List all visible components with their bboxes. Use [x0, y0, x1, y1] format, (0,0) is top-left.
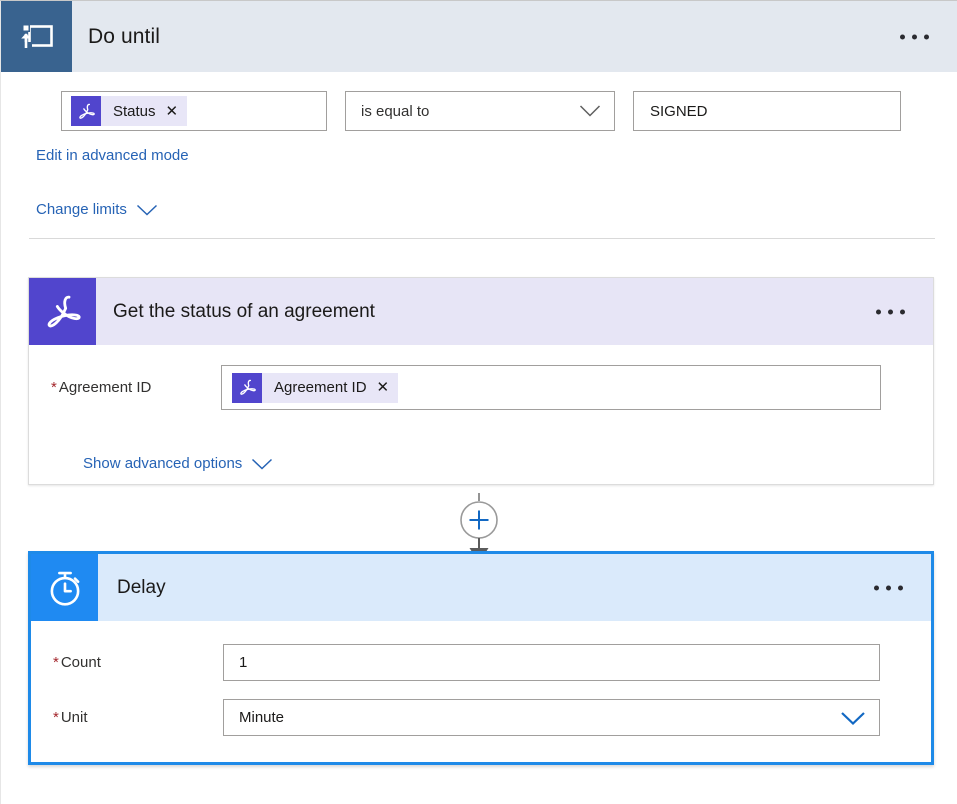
adobe-sign-icon: [29, 278, 96, 345]
adobe-sign-icon: [232, 372, 262, 403]
section-divider: [29, 238, 935, 239]
agreement-id-token-remove-icon[interactable]: ✕: [377, 380, 390, 395]
change-limits-label: Change limits: [36, 201, 127, 218]
condition-operator-dropdown[interactable]: is equal to: [345, 91, 615, 131]
delay-count-value: 1: [239, 654, 248, 671]
change-limits-link[interactable]: Change limits: [36, 201, 158, 218]
required-asterisk: *: [51, 379, 57, 396]
ellipsis-dot: [898, 585, 903, 590]
delay-title: Delay: [117, 576, 166, 598]
delay-unit-label: * Unit: [53, 709, 223, 726]
delay-count-label-text: Count: [60, 654, 101, 671]
ellipsis-dot: [874, 585, 879, 590]
condition-value-text: SIGNED: [650, 102, 708, 120]
delay-count-label: * Count: [53, 654, 223, 671]
edit-advanced-mode-label: Edit in advanced mode: [36, 147, 189, 164]
delay-count-input[interactable]: 1: [223, 644, 880, 681]
ellipsis-dot: [924, 34, 929, 39]
do-until-overflow-menu[interactable]: [894, 28, 935, 45]
ellipsis-dot: [900, 34, 905, 39]
show-advanced-options-label: Show advanced options: [83, 455, 243, 472]
stopwatch-icon: [31, 554, 98, 621]
delay-count-row: * Count 1: [53, 644, 880, 681]
do-until-card: Do until Status ✕ is equal to SIGNED Edi…: [1, 1, 957, 318]
get-agreement-status-overflow-menu[interactable]: [870, 303, 911, 320]
required-asterisk: *: [53, 709, 59, 726]
condition-value-input[interactable]: SIGNED: [633, 91, 901, 131]
get-agreement-status-card: Get the status of an agreement * Agreemen…: [28, 277, 934, 485]
chevron-down-icon[interactable]: [579, 105, 601, 118]
ellipsis-dot: [912, 34, 917, 39]
get-agreement-status-body: * Agreement ID Agreement ID ✕ Show advanc…: [29, 345, 933, 484]
agreement-id-token[interactable]: Agreement ID ✕: [232, 372, 399, 403]
edit-advanced-mode-link[interactable]: Edit in advanced mode: [36, 147, 189, 164]
delay-overflow-menu[interactable]: [868, 579, 909, 596]
ellipsis-dot: [888, 309, 893, 314]
show-advanced-options-link[interactable]: Show advanced options: [83, 455, 273, 472]
condition-left-operand-field[interactable]: Status ✕: [61, 91, 327, 131]
delay-unit-label-text: Unit: [60, 709, 88, 726]
condition-operator-value: is equal to: [361, 102, 430, 120]
delay-card: Delay * Count 1 * Unit Minute: [28, 551, 934, 765]
agreement-id-label: * Agreement ID: [51, 379, 221, 396]
delay-header[interactable]: Delay: [31, 554, 931, 621]
delay-unit-dropdown[interactable]: Minute: [223, 699, 880, 736]
ellipsis-dot: [886, 585, 891, 590]
agreement-id-token-label: Agreement ID: [274, 379, 367, 396]
status-token-label: Status: [113, 102, 156, 120]
ellipsis-dot: [876, 309, 881, 314]
delay-body: * Count 1 * Unit Minute: [31, 621, 931, 762]
chevron-down-icon[interactable]: [840, 710, 866, 725]
chevron-down-icon: [136, 204, 158, 216]
agreement-id-row: * Agreement ID Agreement ID ✕: [51, 365, 881, 410]
delay-unit-value: Minute: [239, 709, 285, 726]
chevron-down-icon: [251, 458, 273, 470]
status-token[interactable]: Status ✕: [71, 96, 188, 126]
do-until-header[interactable]: Do until: [1, 1, 957, 72]
get-agreement-status-header[interactable]: Get the status of an agreement: [29, 278, 933, 345]
condition-row: Status ✕ is equal to SIGNED: [1, 72, 957, 131]
agreement-id-input[interactable]: Agreement ID ✕: [221, 365, 881, 410]
delay-unit-row: * Unit Minute: [53, 699, 880, 736]
get-agreement-status-title: Get the status of an agreement: [113, 300, 375, 322]
adobe-sign-icon: [71, 96, 101, 126]
loop-repeat-icon: [1, 1, 72, 72]
do-until-title: Do until: [88, 24, 161, 48]
status-token-remove-icon[interactable]: ✕: [166, 104, 179, 119]
ellipsis-dot: [900, 309, 905, 314]
agreement-id-label-text: Agreement ID: [58, 379, 152, 396]
required-asterisk: *: [53, 654, 59, 671]
